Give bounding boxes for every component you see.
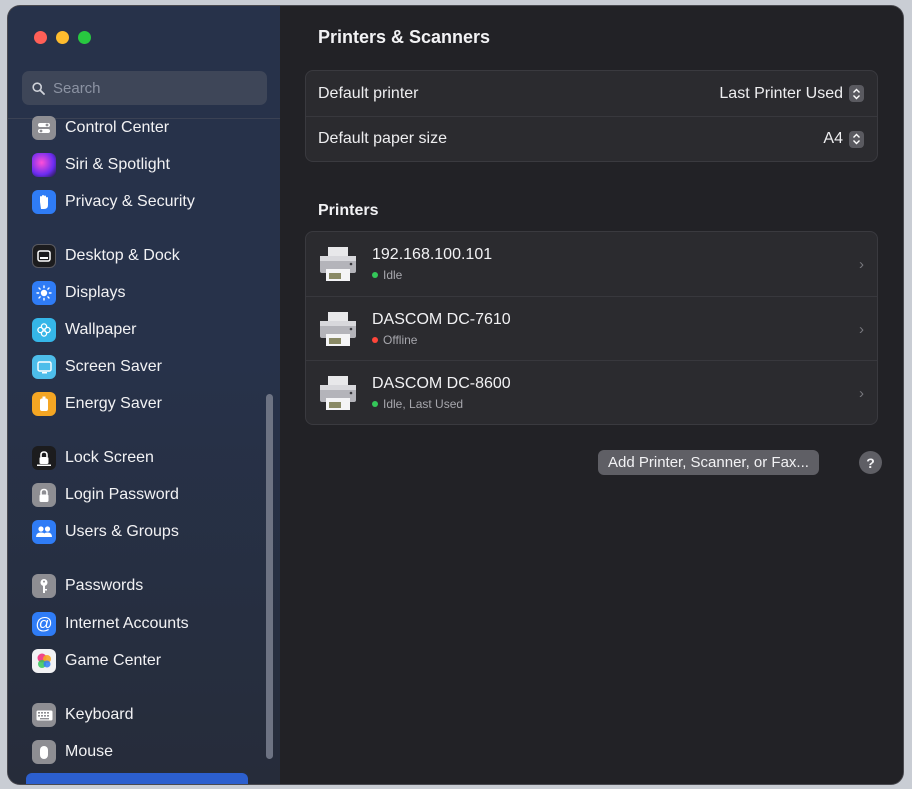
keyboard-icon [32, 703, 56, 727]
status-dot-icon [372, 272, 378, 278]
search-icon [32, 82, 45, 95]
sidebar-item-label: Control Center [65, 119, 170, 136]
sidebar-item-users-groups[interactable]: Users & Groups [32, 518, 179, 546]
printer-name: DASCOM DC-7610 [372, 310, 511, 328]
dock-icon [32, 244, 56, 268]
search-input[interactable] [51, 78, 245, 98]
sidebar-item-label: Privacy & Security [65, 193, 195, 210]
sidebar-item-label: Mouse [65, 743, 114, 760]
printer-status: Offline [372, 333, 511, 347]
help-button[interactable]: ? [859, 451, 882, 474]
printer-row[interactable]: 192.168.100.101 Idle › [306, 232, 877, 296]
traffic-lights [34, 31, 91, 44]
printer-icon [318, 310, 358, 348]
sidebar-item-label: Siri & Spotlight [65, 156, 170, 173]
sidebar-item-label: Lock Screen [65, 449, 154, 466]
page-title: Printers & Scanners [318, 27, 491, 47]
users-icon [32, 520, 56, 544]
sidebar-item-game-center[interactable]: Game Center [32, 647, 161, 675]
sidebar-item-siri-spotlight[interactable]: Siri & Spotlight [32, 151, 170, 179]
sidebar-scrollbar[interactable] [266, 394, 273, 759]
defaults-card: Default printer Last Printer Used Defaul… [305, 70, 878, 162]
default-paper-size-popup[interactable]: A4 [823, 130, 864, 148]
at-icon: @ [32, 612, 56, 636]
default-printer-value: Last Printer Used [719, 84, 843, 102]
sun-icon [32, 281, 56, 305]
printer-status: Idle, Last Used [372, 397, 511, 411]
maximize-window-button[interactable] [78, 31, 91, 44]
sidebar-item-mouse[interactable]: Mouse [32, 738, 113, 766]
chevron-up-down-icon [849, 130, 864, 148]
sidebar-item-label: Passwords [65, 577, 144, 594]
default-paper-size-label: Default paper size [318, 130, 447, 147]
sidebar-item-screen-saver[interactable]: Screen Saver [32, 353, 162, 381]
chevron-right-icon: › [859, 321, 864, 338]
main-pane: Printers & Scanners Default printer Last… [280, 6, 903, 784]
lock-icon [32, 446, 56, 470]
sidebar-item-passwords[interactable]: Passwords [32, 572, 143, 600]
minimize-window-button[interactable] [56, 31, 69, 44]
sidebar-item-label: Users & Groups [65, 523, 179, 540]
sidebar-item-displays[interactable]: Displays [32, 279, 125, 307]
default-paper-size-row: Default paper size A4 [306, 116, 877, 161]
sidebar-item-privacy-security[interactable]: Privacy & Security [32, 188, 195, 216]
mouse-icon [32, 740, 56, 764]
sidebar-item-energy-saver[interactable]: Energy Saver [32, 390, 162, 418]
sidebar-item-label: Game Center [65, 652, 162, 669]
sidebar-item-control-center[interactable]: Control Center [32, 114, 169, 142]
hand-icon [32, 190, 56, 214]
siri-icon [32, 153, 56, 177]
sidebar-item-desktop-dock[interactable]: Desktop & Dock [32, 242, 180, 270]
default-printer-label: Default printer [318, 84, 419, 102]
printer-icon [318, 374, 358, 412]
sidebar-item-login-password[interactable]: Login Password [32, 481, 179, 509]
printer-row[interactable]: DASCOM DC-7610 Offline › [306, 296, 877, 360]
default-printer-popup[interactable]: Last Printer Used [719, 85, 864, 103]
key-icon [32, 574, 56, 598]
padlock-icon [32, 483, 56, 507]
sidebar-item-label: Login Password [65, 486, 179, 503]
settings-window: Control Center Siri & Spotlight Privacy … [8, 6, 903, 784]
sidebar-item-label: Internet Accounts [65, 615, 189, 632]
printer-status-text: Offline [383, 332, 418, 347]
sidebar-item-lock-screen[interactable]: Lock Screen [32, 444, 154, 472]
sidebar-item-label: Screen Saver [65, 358, 162, 375]
screen-saver-icon [32, 355, 56, 379]
printer-name: DASCOM DC-8600 [372, 374, 511, 392]
printer-icon [318, 245, 358, 283]
sidebar-item-selected[interactable] [26, 773, 248, 784]
chevron-right-icon: › [859, 256, 864, 273]
default-printer-row: Default printer Last Printer Used [306, 71, 877, 116]
control-center-icon [32, 116, 56, 140]
game-center-icon [32, 649, 56, 673]
close-window-button[interactable] [34, 31, 47, 44]
sidebar: Control Center Siri & Spotlight Privacy … [8, 6, 281, 784]
printer-status-text: Idle [383, 268, 403, 282]
status-dot-icon [372, 336, 378, 343]
add-printer-button[interactable]: Add Printer, Scanner, or Fax... [598, 450, 819, 475]
search-field[interactable] [22, 71, 267, 105]
default-paper-size-value: A4 [823, 130, 843, 147]
printer-status: Idle [372, 268, 492, 282]
chevron-right-icon: › [859, 385, 864, 402]
battery-icon [32, 392, 56, 416]
sidebar-item-wallpaper[interactable]: Wallpaper [32, 316, 136, 344]
flower-icon [32, 318, 56, 342]
sidebar-item-label: Wallpaper [65, 321, 137, 338]
printers-list: 192.168.100.101 Idle › DASCOM DC-7610 Of… [305, 231, 878, 425]
printers-section-title: Printers [318, 202, 379, 219]
status-dot-icon [372, 400, 378, 407]
printer-status-text: Idle, Last Used [383, 396, 464, 411]
chevron-up-down-icon [849, 85, 864, 102]
sidebar-item-label: Desktop & Dock [65, 247, 180, 264]
sidebar-item-label: Keyboard [65, 706, 134, 723]
printer-name: 192.168.100.101 [372, 246, 493, 263]
sidebar-item-internet-accounts[interactable]: @ Internet Accounts [32, 610, 189, 638]
sidebar-item-label: Energy Saver [65, 395, 162, 412]
printer-row[interactable]: DASCOM DC-8600 Idle, Last Used › [306, 360, 877, 424]
sidebar-item-label: Displays [65, 284, 126, 301]
sidebar-item-keyboard[interactable]: Keyboard [32, 701, 134, 729]
